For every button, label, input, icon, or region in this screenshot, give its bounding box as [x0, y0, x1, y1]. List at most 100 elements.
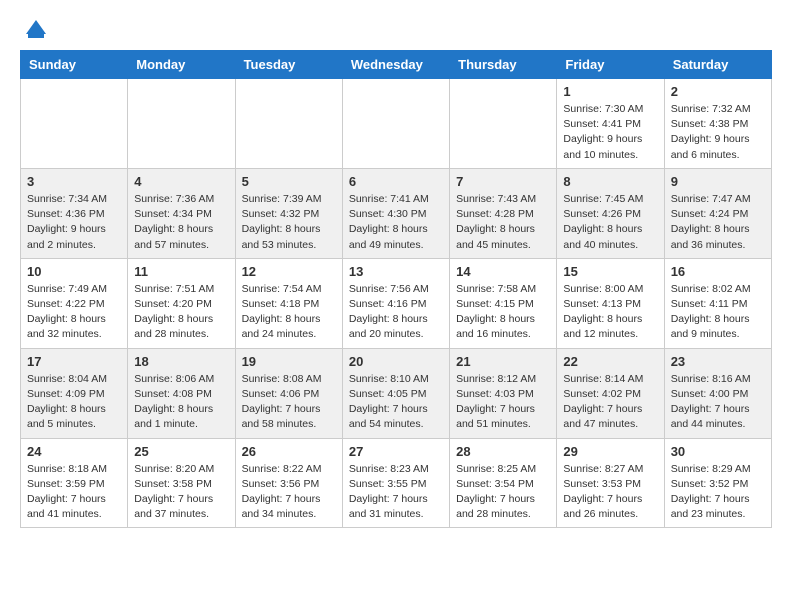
- day-info: Sunrise: 8:20 AM Sunset: 3:58 PM Dayligh…: [134, 462, 228, 523]
- day-info: Sunrise: 7:47 AM Sunset: 4:24 PM Dayligh…: [671, 192, 765, 253]
- day-info: Sunrise: 7:51 AM Sunset: 4:20 PM Dayligh…: [134, 282, 228, 343]
- calendar-table: SundayMondayTuesdayWednesdayThursdayFrid…: [20, 50, 772, 528]
- calendar-cell: 18 Sunrise: 8:06 AM Sunset: 4:08 PM Dayli…: [128, 348, 235, 438]
- calendar-cell: 22Sunrise: 8:14 AM Sunset: 4:02 PM Dayli…: [557, 348, 664, 438]
- calendar-cell: 19 Sunrise: 8:08 AM Sunset: 4:06 PM Dayli…: [235, 348, 342, 438]
- day-number: 18: [134, 354, 228, 369]
- day-info: Sunrise: 7:41 AM Sunset: 4:30 PM Dayligh…: [349, 192, 443, 253]
- logo-icon: [22, 16, 50, 44]
- calendar-cell: 3Sunrise: 7:34 AM Sunset: 4:36 PM Daylig…: [21, 168, 128, 258]
- day-info: Sunrise: 7:36 AM Sunset: 4:34 PM Dayligh…: [134, 192, 228, 253]
- day-info: Sunrise: 8:14 AM Sunset: 4:02 PM Dayligh…: [563, 372, 657, 433]
- day-info: Sunrise: 7:45 AM Sunset: 4:26 PM Dayligh…: [563, 192, 657, 253]
- day-number: 20: [349, 354, 443, 369]
- day-number: 13: [349, 264, 443, 279]
- day-number: 17: [27, 354, 121, 369]
- day-number: 29: [563, 444, 657, 459]
- day-number: 30: [671, 444, 765, 459]
- weekday-header-monday: Monday: [128, 51, 235, 79]
- day-info: Sunrise: 8:27 AM Sunset: 3:53 PM Dayligh…: [563, 462, 657, 523]
- calendar-cell: [342, 79, 449, 169]
- day-info: Sunrise: 7:49 AM Sunset: 4:22 PM Dayligh…: [27, 282, 121, 343]
- calendar-week-4: 17 Sunrise: 8:04 AM Sunset: 4:09 PM Dayli…: [21, 348, 772, 438]
- day-number: 16: [671, 264, 765, 279]
- day-number: 12: [242, 264, 336, 279]
- calendar-cell: [21, 79, 128, 169]
- day-number: 7: [456, 174, 550, 189]
- day-number: 1: [563, 84, 657, 99]
- day-number: 10: [27, 264, 121, 279]
- day-number: 27: [349, 444, 443, 459]
- weekday-header-thursday: Thursday: [450, 51, 557, 79]
- day-info: Sunrise: 8:08 AM Sunset: 4:06 PM Dayligh…: [242, 372, 336, 433]
- day-number: 8: [563, 174, 657, 189]
- day-info: Sunrise: 7:30 AM Sunset: 4:41 PM Dayligh…: [563, 102, 657, 163]
- day-number: 15: [563, 264, 657, 279]
- calendar-header-row: SundayMondayTuesdayWednesdayThursdayFrid…: [21, 51, 772, 79]
- calendar-cell: 9 Sunrise: 7:47 AM Sunset: 4:24 PM Daylig…: [664, 168, 771, 258]
- day-info: Sunrise: 8:23 AM Sunset: 3:55 PM Dayligh…: [349, 462, 443, 523]
- calendar-cell: 27 Sunrise: 8:23 AM Sunset: 3:55 PM Dayli…: [342, 438, 449, 528]
- weekday-header-sunday: Sunday: [21, 51, 128, 79]
- calendar-cell: 24Sunrise: 8:18 AM Sunset: 3:59 PM Dayli…: [21, 438, 128, 528]
- day-info: Sunrise: 7:56 AM Sunset: 4:16 PM Dayligh…: [349, 282, 443, 343]
- day-number: 28: [456, 444, 550, 459]
- day-info: Sunrise: 8:16 AM Sunset: 4:00 PM Dayligh…: [671, 372, 765, 433]
- weekday-header-tuesday: Tuesday: [235, 51, 342, 79]
- calendar-cell: 30 Sunrise: 8:29 AM Sunset: 3:52 PM Dayli…: [664, 438, 771, 528]
- calendar-week-5: 24Sunrise: 8:18 AM Sunset: 3:59 PM Dayli…: [21, 438, 772, 528]
- calendar-cell: 29 Sunrise: 8:27 AM Sunset: 3:53 PM Dayli…: [557, 438, 664, 528]
- day-info: Sunrise: 8:06 AM Sunset: 4:08 PM Dayligh…: [134, 372, 228, 433]
- day-number: 9: [671, 174, 765, 189]
- day-number: 19: [242, 354, 336, 369]
- day-info: Sunrise: 8:29 AM Sunset: 3:52 PM Dayligh…: [671, 462, 765, 523]
- day-number: 14: [456, 264, 550, 279]
- calendar-cell: 11 Sunrise: 7:51 AM Sunset: 4:20 PM Dayli…: [128, 258, 235, 348]
- day-number: 23: [671, 354, 765, 369]
- day-info: Sunrise: 8:10 AM Sunset: 4:05 PM Dayligh…: [349, 372, 443, 433]
- calendar-cell: 23 Sunrise: 8:16 AM Sunset: 4:00 PM Dayli…: [664, 348, 771, 438]
- calendar-week-1: 1 Sunrise: 7:30 AM Sunset: 4:41 PM Daylig…: [21, 79, 772, 169]
- day-info: Sunrise: 7:43 AM Sunset: 4:28 PM Dayligh…: [456, 192, 550, 253]
- day-number: 4: [134, 174, 228, 189]
- calendar-cell: 8 Sunrise: 7:45 AM Sunset: 4:26 PM Daylig…: [557, 168, 664, 258]
- calendar-cell: 16 Sunrise: 8:02 AM Sunset: 4:11 PM Dayli…: [664, 258, 771, 348]
- calendar-cell: [128, 79, 235, 169]
- day-number: 6: [349, 174, 443, 189]
- calendar-cell: 2Sunrise: 7:32 AM Sunset: 4:38 PM Daylig…: [664, 79, 771, 169]
- day-info: Sunrise: 8:12 AM Sunset: 4:03 PM Dayligh…: [456, 372, 550, 433]
- page: SundayMondayTuesdayWednesdayThursdayFrid…: [0, 0, 792, 544]
- day-info: Sunrise: 8:22 AM Sunset: 3:56 PM Dayligh…: [242, 462, 336, 523]
- calendar-cell: 15 Sunrise: 8:00 AM Sunset: 4:13 PM Dayli…: [557, 258, 664, 348]
- day-number: 3: [27, 174, 121, 189]
- day-number: 26: [242, 444, 336, 459]
- calendar-cell: 28 Sunrise: 8:25 AM Sunset: 3:54 PM Dayli…: [450, 438, 557, 528]
- day-number: 2: [671, 84, 765, 99]
- logo-text: [20, 16, 52, 40]
- day-number: 11: [134, 264, 228, 279]
- calendar-cell: 7 Sunrise: 7:43 AM Sunset: 4:28 PM Daylig…: [450, 168, 557, 258]
- calendar-cell: 13 Sunrise: 7:56 AM Sunset: 4:16 PM Dayli…: [342, 258, 449, 348]
- day-info: Sunrise: 8:25 AM Sunset: 3:54 PM Dayligh…: [456, 462, 550, 523]
- calendar-cell: [235, 79, 342, 169]
- calendar-cell: 25Sunrise: 8:20 AM Sunset: 3:58 PM Dayli…: [128, 438, 235, 528]
- calendar-cell: 6 Sunrise: 7:41 AM Sunset: 4:30 PM Daylig…: [342, 168, 449, 258]
- day-number: 5: [242, 174, 336, 189]
- calendar-cell: 20 Sunrise: 8:10 AM Sunset: 4:05 PM Dayli…: [342, 348, 449, 438]
- day-number: 21: [456, 354, 550, 369]
- day-info: Sunrise: 8:00 AM Sunset: 4:13 PM Dayligh…: [563, 282, 657, 343]
- calendar-cell: 10 Sunrise: 7:49 AM Sunset: 4:22 PM Dayli…: [21, 258, 128, 348]
- calendar-cell: [450, 79, 557, 169]
- weekday-header-friday: Friday: [557, 51, 664, 79]
- logo: [20, 16, 52, 40]
- calendar-cell: 21 Sunrise: 8:12 AM Sunset: 4:03 PM Dayli…: [450, 348, 557, 438]
- day-info: Sunrise: 7:54 AM Sunset: 4:18 PM Dayligh…: [242, 282, 336, 343]
- day-info: Sunrise: 7:39 AM Sunset: 4:32 PM Dayligh…: [242, 192, 336, 253]
- day-info: Sunrise: 8:04 AM Sunset: 4:09 PM Dayligh…: [27, 372, 121, 433]
- calendar-cell: 1 Sunrise: 7:30 AM Sunset: 4:41 PM Daylig…: [557, 79, 664, 169]
- weekday-header-saturday: Saturday: [664, 51, 771, 79]
- calendar-cell: 14 Sunrise: 7:58 AM Sunset: 4:15 PM Dayli…: [450, 258, 557, 348]
- calendar-cell: 17 Sunrise: 8:04 AM Sunset: 4:09 PM Dayli…: [21, 348, 128, 438]
- day-info: Sunrise: 7:58 AM Sunset: 4:15 PM Dayligh…: [456, 282, 550, 343]
- day-info: Sunrise: 8:02 AM Sunset: 4:11 PM Dayligh…: [671, 282, 765, 343]
